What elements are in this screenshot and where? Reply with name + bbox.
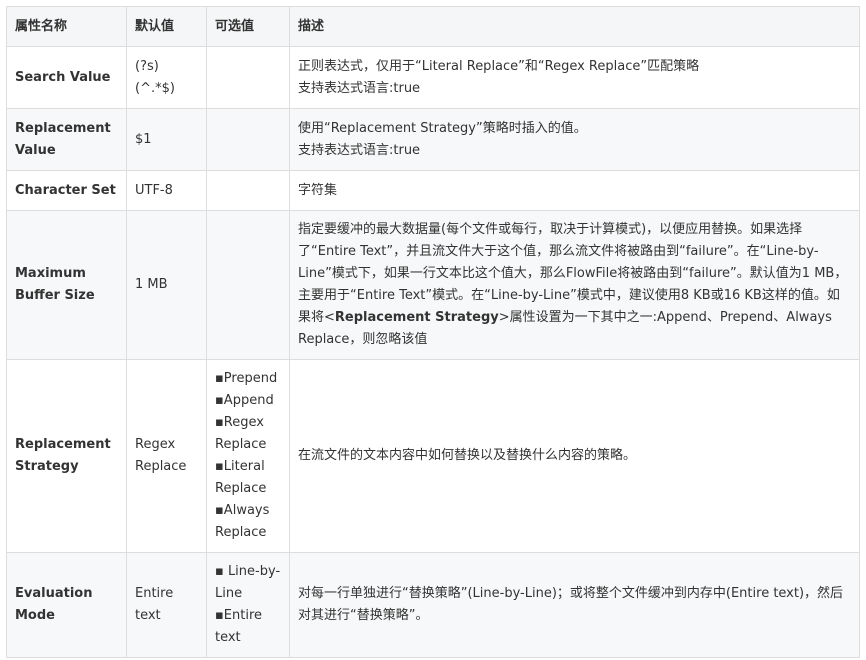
- header-default-value: 默认值: [126, 6, 207, 47]
- header-description: 描述: [289, 6, 860, 47]
- default-value: 1 MB: [126, 210, 207, 360]
- description-line: 支持表达式语言:true: [298, 142, 421, 158]
- default-value: Entire text: [126, 552, 207, 658]
- property-name: Character Set: [6, 170, 127, 211]
- table-row: Evaluation Mode Entire text ▪ Line-by-Li…: [6, 552, 860, 658]
- allowable-value-item: ▪Always Replace: [215, 503, 270, 540]
- property-description: 字符集: [289, 170, 860, 211]
- property-name: Replacement Strategy: [6, 359, 127, 553]
- header-property-name: 属性名称: [6, 6, 127, 47]
- allowable-values: ▪Prepend ▪Append ▪Regex Replace ▪Literal…: [206, 359, 290, 553]
- allowable-value-item: ▪ Line-by-Line: [215, 564, 281, 601]
- table-row: Maximum Buffer Size 1 MB 指定要缓冲的最大数据量(每个文…: [6, 210, 860, 360]
- table-row: Character Set UTF-8 字符集: [6, 170, 860, 211]
- description-line: 在流文件的文本内容中如何替换以及替换什么内容的策略。: [298, 448, 637, 463]
- property-name: Maximum Buffer Size: [6, 210, 127, 360]
- property-description: 使用“Replacement Strategy”策略时插入的值。 支持表达式语言…: [289, 108, 860, 171]
- description-line: 正则表达式，仅用于“Literal Replace”和“Regex Replac…: [298, 58, 700, 74]
- header-allowable-values: 可选值: [206, 6, 290, 47]
- default-value: (?s)(^.*$): [126, 46, 207, 109]
- description-line: 对每一行单独进行“替换策略”(Line-by-Line)；或将整个文件缓冲到内存…: [298, 586, 844, 623]
- allowable-value-item: ▪Literal Replace: [215, 459, 267, 496]
- property-name: Evaluation Mode: [6, 552, 127, 658]
- default-value: UTF-8: [126, 170, 207, 211]
- allowable-values: [206, 46, 290, 109]
- property-description: 指定要缓冲的最大数据量(每个文件或每行，取决于计算模式)，以便应用替换。如果选择…: [289, 210, 860, 360]
- allowable-values: [206, 108, 290, 171]
- property-name: Replacement Value: [6, 108, 127, 171]
- allowable-value-item: ▪Prepend: [215, 371, 278, 386]
- allowable-value-item: ▪Append: [215, 393, 274, 408]
- properties-table-container: 属性名称 默认值 可选值 描述 Search Value (?s)(^.*$) …: [6, 6, 860, 658]
- properties-table: 属性名称 默认值 可选值 描述 Search Value (?s)(^.*$) …: [6, 6, 860, 658]
- property-description: 在流文件的文本内容中如何替换以及替换什么内容的策略。: [289, 359, 860, 553]
- allowable-values: [206, 210, 290, 360]
- default-value: Regex Replace: [126, 359, 207, 553]
- property-description: 对每一行单独进行“替换策略”(Line-by-Line)；或将整个文件缓冲到内存…: [289, 552, 860, 658]
- allowable-values: ▪ Line-by-Line ▪Entire text: [206, 552, 290, 658]
- description-line: 支持表达式语言:true: [298, 80, 421, 96]
- allowable-values: [206, 170, 290, 211]
- table-row: Search Value (?s)(^.*$) 正则表达式，仅用于“Litera…: [6, 46, 860, 109]
- description-bold-term: Replacement Strategy: [334, 310, 499, 325]
- table-row: Replacement Strategy Regex Replace ▪Prep…: [6, 359, 860, 553]
- table-header-row: 属性名称 默认值 可选值 描述: [6, 6, 860, 47]
- allowable-value-item: ▪Regex Replace: [215, 415, 267, 452]
- property-name: Search Value: [6, 46, 127, 109]
- table-row: Replacement Value $1 使用“Replacement Stra…: [6, 108, 860, 171]
- default-value: $1: [126, 108, 207, 171]
- description-line: 使用“Replacement Strategy”策略时插入的值。: [298, 120, 587, 136]
- property-description: 正则表达式，仅用于“Literal Replace”和“Regex Replac…: [289, 46, 860, 109]
- allowable-value-item: ▪Entire text: [215, 608, 263, 645]
- description-line: 字符集: [298, 182, 338, 198]
